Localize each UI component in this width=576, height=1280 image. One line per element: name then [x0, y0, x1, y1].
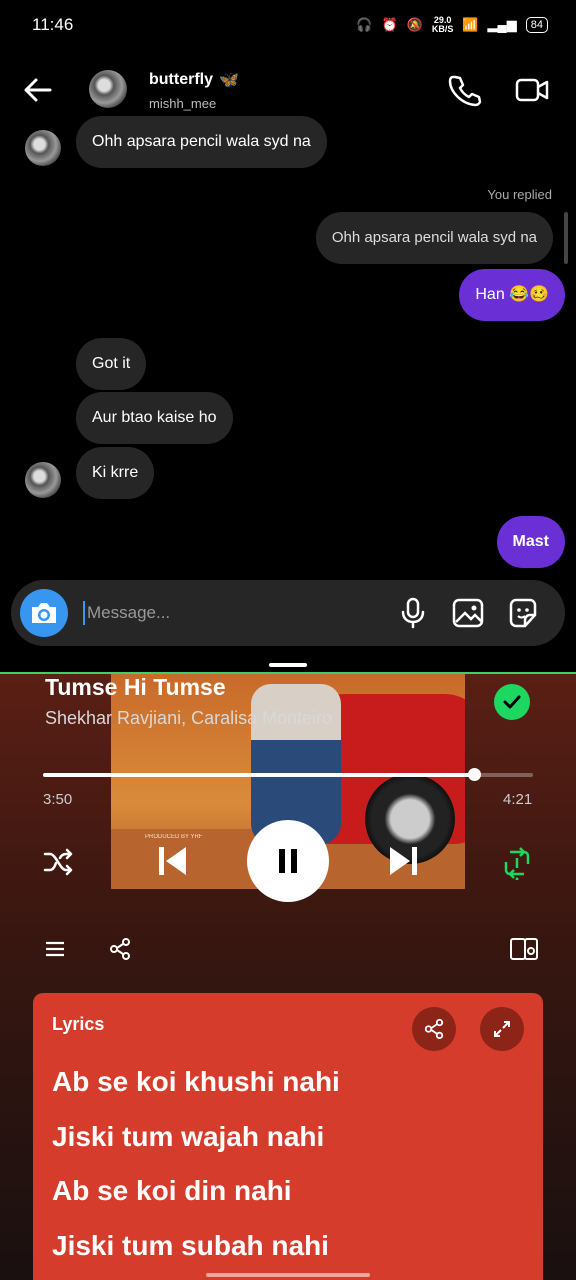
- you-replied-label: You replied: [487, 187, 552, 202]
- previous-icon[interactable]: [156, 844, 188, 878]
- contact-name[interactable]: butterfly 🦋: [149, 70, 239, 90]
- total-time: 4:21: [503, 791, 533, 808]
- artwork-credit: PRODUCED BY YRF: [145, 834, 203, 840]
- chat-thread[interactable]: Ohh apsara pencil wala syd na You replie…: [0, 116, 576, 572]
- lyric-line: Jiski tum subah nahi: [52, 1230, 329, 1261]
- lyrics-expand-button[interactable]: [480, 1007, 524, 1051]
- reply-indicator-bar: [564, 212, 568, 264]
- sticker-icon[interactable]: [505, 595, 541, 631]
- sender-avatar[interactable]: [25, 462, 61, 498]
- wifi-icon: 📶: [462, 17, 479, 32]
- mute-icon: 🔕: [406, 17, 423, 32]
- sender-avatar[interactable]: [25, 130, 61, 166]
- avatar[interactable]: [89, 70, 127, 108]
- expand-icon: [494, 1021, 510, 1037]
- message-outgoing[interactable]: Mast: [496, 516, 565, 568]
- message-composer: Message...: [11, 580, 565, 646]
- lyrics-card[interactable]: Lyrics Ab se koi khushi nahi Jiski tum w…: [33, 993, 543, 1280]
- status-bar: 11:46 🎧 ⏰ 🔕 29.0 KB/S 📶 ▂▄▆ 84: [0, 0, 576, 50]
- quoted-message[interactable]: Ohh apsara pencil wala syd na: [315, 212, 553, 264]
- elapsed-time: 3:50: [43, 791, 73, 808]
- message-incoming[interactable]: Got it: [76, 338, 147, 390]
- status-time: 11:46: [32, 15, 74, 34]
- message-incoming[interactable]: Ohh apsara pencil wala syd na: [76, 116, 327, 168]
- music-player: PRODUCED BY YRF Tumse Hi Tumse Shekhar R…: [0, 674, 576, 1280]
- message-outgoing[interactable]: Han 😂🥴: [459, 269, 565, 321]
- split-screen-handle[interactable]: [269, 663, 307, 667]
- message-input[interactable]: Message...: [83, 601, 170, 625]
- lyric-line: Ab se koi din nahi: [52, 1175, 292, 1206]
- signal-icon: ▂▄▆: [487, 17, 517, 32]
- shuffle-icon[interactable]: [43, 848, 73, 876]
- chat-header: butterfly 🦋 mishh_mee: [0, 58, 576, 122]
- lyric-line: Ab se koi khushi nahi: [52, 1066, 340, 1097]
- connect-device-icon[interactable]: [509, 936, 539, 962]
- phone-call-icon[interactable]: [446, 72, 482, 108]
- status-icons: 🎧 ⏰ 🔕 29.0 KB/S 📶 ▂▄▆ 84: [356, 16, 548, 34]
- home-indicator[interactable]: [206, 1273, 370, 1277]
- progress-fill: [43, 773, 475, 777]
- butterfly-emoji: 🦋: [219, 72, 239, 89]
- added-check-icon[interactable]: [494, 684, 530, 720]
- contact-handle: mishh_mee: [149, 96, 217, 111]
- lyric-line: Jiski tum wajah nahi: [52, 1121, 325, 1152]
- net-speed: 29.0 KB/S: [431, 15, 454, 34]
- headphones-icon: 🎧: [356, 17, 373, 32]
- lyrics-title: Lyrics: [52, 1014, 105, 1034]
- message-incoming[interactable]: Aur btao kaise ho: [76, 392, 233, 444]
- pause-icon: [279, 849, 297, 873]
- artist-name[interactable]: Shekhar Ravjiani, Caralisa Monteiro: [45, 708, 332, 729]
- share-icon: [424, 1018, 444, 1040]
- repeat-one-icon[interactable]: [502, 846, 532, 880]
- queue-icon[interactable]: [44, 938, 66, 960]
- progress-bar[interactable]: [43, 768, 533, 781]
- microphone-icon[interactable]: [395, 595, 431, 631]
- pause-button[interactable]: [247, 820, 329, 902]
- video-call-icon[interactable]: [514, 72, 550, 108]
- gallery-icon[interactable]: [450, 595, 486, 631]
- back-arrow-icon[interactable]: [20, 72, 56, 108]
- alarm-icon: ⏰: [381, 17, 398, 32]
- share-icon[interactable]: [108, 937, 132, 961]
- song-title[interactable]: Tumse Hi Tumse: [45, 674, 226, 701]
- next-icon[interactable]: [388, 844, 420, 878]
- camera-icon: [32, 603, 56, 623]
- message-incoming[interactable]: Ki krre: [76, 447, 155, 499]
- lyrics-share-button[interactable]: [412, 1007, 456, 1051]
- battery-indicator: 84: [525, 17, 548, 33]
- camera-button[interactable]: [20, 589, 68, 637]
- progress-knob[interactable]: [468, 768, 482, 781]
